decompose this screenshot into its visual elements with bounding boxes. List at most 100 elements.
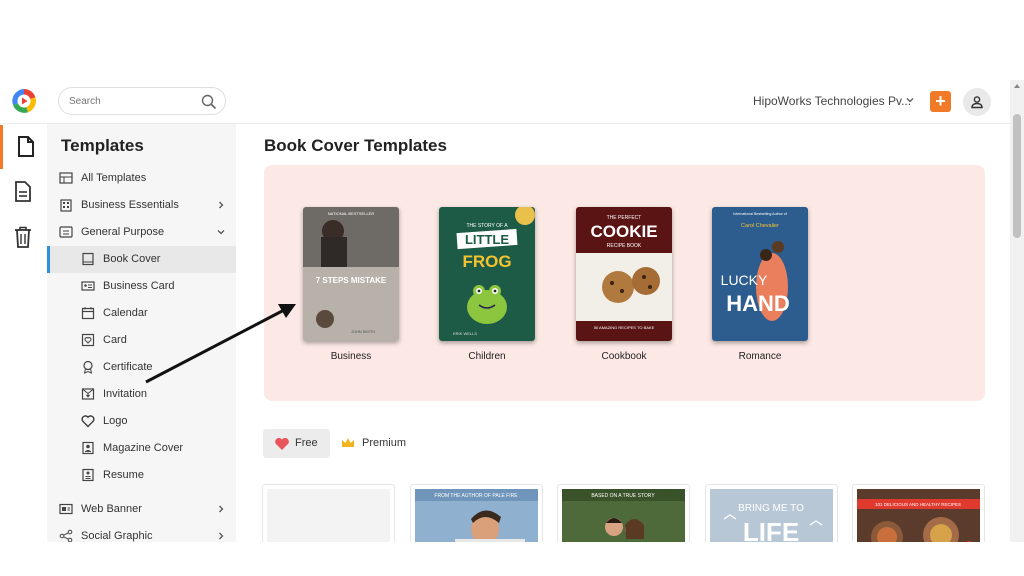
- sidebar-item-logo[interactable]: Logo: [47, 408, 236, 435]
- template-thumbnail[interactable]: 101 DELICIOUS AND HEALTHY RECIPES: [852, 484, 985, 542]
- main-content: Book Cover Templates NATIONAL BESTSELLER…: [236, 124, 1010, 542]
- sidebar-item-label: Business Essentials: [81, 199, 179, 211]
- thumbnail-text: LIFE: [743, 517, 799, 542]
- heart-icon: [81, 415, 95, 428]
- icon-rail: [0, 124, 47, 542]
- book-cover-children[interactable]: THE STORY OF A LITTLE FROG ERIK WELLS: [439, 207, 535, 341]
- sidebar-item-business-essentials[interactable]: Business Essentials: [47, 192, 236, 219]
- rail-documents[interactable]: [0, 170, 47, 214]
- add-button[interactable]: +: [930, 91, 951, 112]
- book-cover-romance[interactable]: International Bestselling Author of Caro…: [712, 207, 808, 341]
- sidebar-item-all-templates[interactable]: All Templates: [47, 165, 236, 192]
- vertical-scrollbar[interactable]: [1010, 80, 1024, 542]
- sidebar-item-magazine-cover[interactable]: Magazine Cover: [47, 435, 236, 462]
- children-cover-line1: LITTLE: [465, 232, 509, 247]
- children-cover-line2: FROG: [462, 252, 511, 271]
- sidebar-item-label: Resume: [103, 469, 144, 481]
- sidebar-item-certificate[interactable]: Certificate: [47, 354, 236, 381]
- organization-name[interactable]: HipoWorks Technologies Pv...: [753, 94, 911, 108]
- children-cover-author: ERIK WELLS: [453, 331, 477, 336]
- cookbook-cover-sub: RECIPE BOOK: [607, 243, 642, 249]
- sidebar-item-invitation[interactable]: Invitation: [47, 381, 236, 408]
- thumbnail-text: BRING ME TO: [738, 503, 804, 514]
- children-cover-art: THE STORY OF A LITTLE FROG ERIK WELLS: [439, 207, 535, 341]
- sidebar-item-label: General Purpose: [81, 226, 165, 238]
- filter-free-button[interactable]: Free: [263, 429, 330, 458]
- cookbook-cover-foot: 50 AMAZING RECIPES TO BAKE: [594, 325, 655, 330]
- business-cover-art: NATIONAL BESTSELLER 7 STEPS MISTAKE JOHN…: [303, 207, 399, 341]
- app-window: HipoWorks Technologies Pv... +: [0, 80, 1024, 542]
- book-cover-cookbook[interactable]: THE PERFECT COOKIE RECIPE BOOK 50 AMAZIN…: [576, 207, 672, 341]
- sidebar-item-label: Calendar: [103, 307, 148, 319]
- business-cover-author: JOHN SMITH: [351, 329, 376, 334]
- scrollbar-thumb[interactable]: [1013, 114, 1021, 238]
- trash-icon: [15, 226, 31, 248]
- sidebar-item-card[interactable]: Card: [47, 327, 236, 354]
- template-thumbnail[interactable]: FROM THE AUTHOR OF PALE FIRE: [410, 484, 543, 542]
- sidebar-item-social-graphic[interactable]: Social Graphic: [47, 523, 236, 542]
- category-label-business[interactable]: Business: [303, 351, 399, 362]
- thumbnail-couple-image: FROM THE AUTHOR OF PALE FIRE: [415, 489, 538, 542]
- template-thumbnail[interactable]: [262, 484, 395, 542]
- thumbnail-sky-image: BRING ME TO LIFE: [710, 489, 833, 542]
- user-icon: [971, 96, 983, 109]
- thumbnail-text: FROM THE AUTHOR OF PALE FIRE: [434, 493, 518, 499]
- sidebar-item-label: All Templates: [81, 172, 147, 184]
- rail-templates[interactable]: [0, 125, 47, 169]
- category-label-children[interactable]: Children: [439, 351, 535, 362]
- sidebar-item-business-card[interactable]: Business Card: [47, 273, 236, 300]
- sidebar-item-web-banner[interactable]: Web Banner: [47, 496, 236, 523]
- id-card-icon: [81, 281, 95, 291]
- filter-premium-label: Premium: [362, 437, 407, 449]
- user-avatar-button[interactable]: [963, 88, 991, 116]
- sidebar-item-calendar[interactable]: Calendar: [47, 300, 236, 327]
- sidebar-item-resume[interactable]: Resume: [47, 462, 236, 489]
- filter-free-label: Free: [295, 437, 318, 449]
- search-input[interactable]: [69, 93, 199, 109]
- search-box[interactable]: [58, 87, 226, 115]
- grid-icon: [59, 172, 73, 184]
- cookbook-cover-title: COOKIE: [590, 222, 657, 241]
- category-label-cookbook[interactable]: Cookbook: [576, 351, 672, 362]
- sidebar-item-label: Invitation: [103, 388, 148, 400]
- thumbnail-placeholder: [267, 489, 390, 542]
- category-label-romance[interactable]: Romance: [712, 351, 808, 362]
- sidebar-item-label: Social Graphic: [81, 530, 153, 542]
- search-icon[interactable]: [201, 94, 217, 110]
- romance-cover-line2: HAND: [726, 291, 790, 316]
- chevron-down-icon[interactable]: [904, 94, 916, 106]
- category-panel: NATIONAL BESTSELLER 7 STEPS MISTAKE JOHN…: [264, 165, 985, 401]
- chevron-right-icon[interactable]: [215, 199, 227, 211]
- book-icon: [82, 252, 94, 266]
- thumbnail-food-image: 101 DELICIOUS AND HEALTHY RECIPES: [857, 489, 980, 542]
- rail-trash[interactable]: [0, 215, 47, 259]
- chevron-right-icon[interactable]: [215, 503, 227, 515]
- magazine-icon: [82, 441, 94, 455]
- resume-icon: [82, 468, 94, 482]
- chevron-down-icon[interactable]: [215, 226, 227, 238]
- share-icon: [59, 529, 73, 542]
- top-bar: HipoWorks Technologies Pv... +: [0, 80, 1024, 124]
- cookbook-cover-art: THE PERFECT COOKIE RECIPE BOOK 50 AMAZIN…: [576, 207, 672, 341]
- banner-icon: [59, 503, 73, 515]
- building-icon: [60, 199, 72, 212]
- children-cover-small: THE STORY OF A: [466, 223, 508, 229]
- chevron-right-icon[interactable]: [215, 530, 227, 542]
- app-logo-icon[interactable]: [11, 88, 37, 114]
- template-thumbnail[interactable]: BRING ME TO LIFE: [705, 484, 838, 542]
- scroll-up-icon[interactable]: [1013, 82, 1021, 90]
- sidebar-item-general-purpose[interactable]: General Purpose: [47, 219, 236, 246]
- thumbnail-couple-image: BASED ON A TRUE STORY: [562, 489, 685, 542]
- templates-sidebar: Templates All Templates Business Essenti…: [47, 124, 236, 542]
- business-cover-top: NATIONAL BESTSELLER: [328, 211, 375, 216]
- sidebar-title: Templates: [61, 136, 144, 155]
- business-cover-title: 7 STEPS MISTAKE: [316, 276, 387, 285]
- document-icon: [15, 181, 31, 202]
- sidebar-item-label: Book Cover: [103, 253, 161, 265]
- sidebar-item-book-cover[interactable]: Book Cover: [47, 246, 236, 273]
- book-cover-business[interactable]: NATIONAL BESTSELLER 7 STEPS MISTAKE JOHN…: [303, 207, 399, 341]
- template-thumbnail[interactable]: BASED ON A TRUE STORY: [557, 484, 690, 542]
- romance-cover-author: Carol Chevalier: [741, 223, 779, 229]
- filter-premium-button[interactable]: Premium: [341, 429, 421, 458]
- sidebar-item-label: Web Banner: [81, 503, 142, 515]
